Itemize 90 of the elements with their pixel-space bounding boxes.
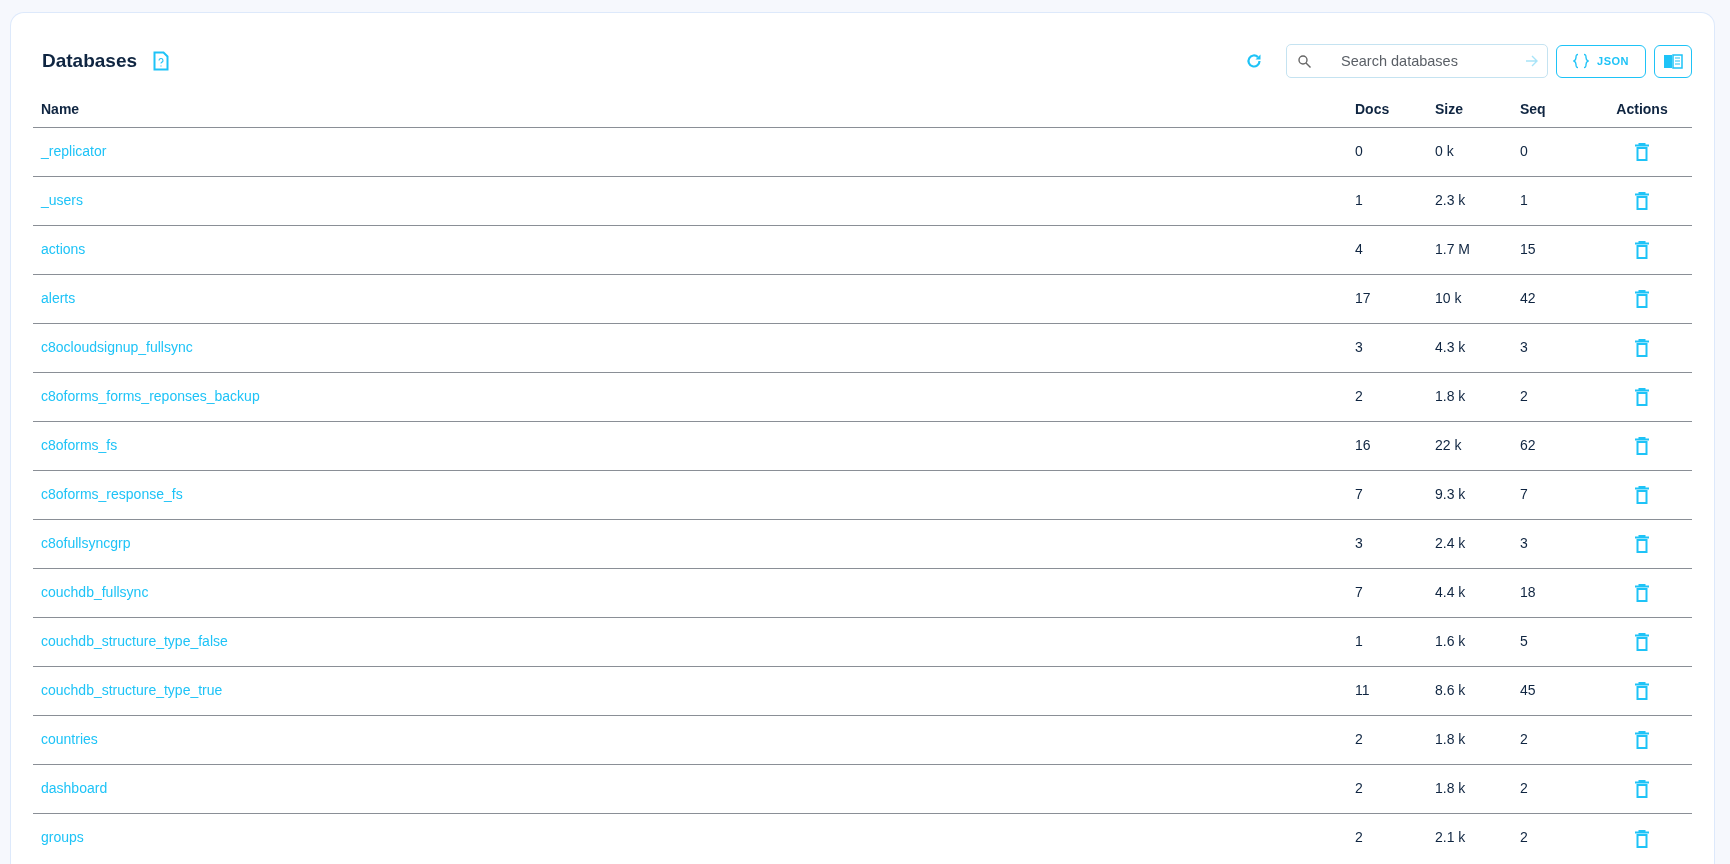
table-cell: 5	[1512, 617, 1592, 666]
database-link[interactable]: _users	[41, 192, 84, 208]
table-cell: 62	[1512, 421, 1592, 470]
table-cell: 11	[1347, 666, 1427, 715]
table-cell: 7	[1512, 470, 1592, 519]
book-icon	[1663, 53, 1683, 69]
table-cell: 1.8 k	[1427, 372, 1512, 421]
table-cell: 7	[1347, 470, 1427, 519]
table-cell: 42	[1512, 274, 1592, 323]
table-cell: 2.4 k	[1427, 519, 1512, 568]
table-cell: 4.3 k	[1427, 323, 1512, 372]
table-cell: 0 k	[1427, 127, 1512, 176]
delete-icon[interactable]	[1635, 143, 1649, 162]
delete-icon[interactable]	[1635, 290, 1649, 309]
table-cell: 7	[1347, 568, 1427, 617]
database-link[interactable]: c8oforms_fs	[41, 437, 118, 453]
column-header: Actions	[1592, 93, 1692, 127]
json-button[interactable]: JSON	[1556, 44, 1646, 78]
delete-icon[interactable]	[1635, 192, 1649, 211]
search-field[interactable]: Search databases	[1286, 44, 1549, 78]
refresh-icon[interactable]	[1246, 53, 1263, 69]
table-cell: 1.8 k	[1427, 715, 1512, 764]
arrow-right-icon[interactable]	[1525, 55, 1539, 67]
database-link[interactable]: groups	[41, 829, 84, 846]
delete-icon[interactable]	[1635, 584, 1649, 603]
page-title: Databases	[42, 48, 138, 73]
delete-icon[interactable]	[1635, 780, 1649, 799]
delete-icon[interactable]	[1635, 241, 1649, 260]
table-cell: 2.3 k	[1427, 176, 1512, 225]
column-header: Size	[1427, 93, 1512, 127]
delete-icon[interactable]	[1635, 535, 1649, 554]
database-link[interactable]: c8oforms_response_fs	[41, 486, 183, 502]
table-cell: 3	[1512, 519, 1592, 568]
database-link[interactable]: couchdb_fullsync	[41, 584, 149, 600]
database-link[interactable]: couchdb_structure_type_true	[41, 682, 223, 698]
table-cell: 1	[1347, 176, 1427, 225]
database-link[interactable]: c8oforms_forms_reponses_backup	[41, 388, 260, 404]
database-link[interactable]: actions	[41, 241, 86, 257]
table-cell: 8.6 k	[1427, 666, 1512, 715]
database-link[interactable]: dashboard	[41, 780, 108, 796]
table-cell: 3	[1512, 323, 1592, 372]
delete-icon[interactable]	[1635, 388, 1649, 407]
table-cell: 2	[1512, 372, 1592, 421]
table-cell: 45	[1512, 666, 1592, 715]
delete-icon[interactable]	[1635, 682, 1649, 701]
table-cell: 2	[1347, 372, 1427, 421]
database-link[interactable]: alerts	[41, 290, 76, 306]
table-cell: 2.1 k	[1427, 813, 1512, 862]
table-cell: 22 k	[1427, 421, 1512, 470]
delete-icon[interactable]	[1635, 633, 1649, 652]
database-link[interactable]: c8ocloudsignup_fullsync	[41, 339, 193, 355]
search-icon	[1298, 55, 1312, 68]
delete-icon[interactable]	[1635, 829, 1649, 848]
table-cell: 3	[1347, 323, 1427, 372]
table-cell: 2	[1347, 764, 1427, 813]
delete-icon[interactable]	[1635, 731, 1649, 750]
braces-icon	[1573, 53, 1590, 69]
column-header: Docs	[1347, 93, 1427, 127]
table-cell: 0	[1512, 127, 1592, 176]
delete-icon[interactable]	[1635, 437, 1649, 456]
table-cell: 2	[1512, 813, 1592, 862]
delete-icon[interactable]	[1635, 486, 1649, 505]
table-cell: 1	[1347, 617, 1427, 666]
database-link[interactable]: c8ofullsyncgrp	[41, 535, 131, 551]
database-link[interactable]: _replicator	[41, 143, 107, 159]
column-header: Seq	[1512, 93, 1592, 127]
table-cell: 18	[1512, 568, 1592, 617]
table-cell: 4.4 k	[1427, 568, 1512, 617]
table-cell: 10 k	[1427, 274, 1512, 323]
table-cell: 1.7 M	[1427, 225, 1512, 274]
help-document-icon[interactable]	[153, 51, 170, 71]
table-cell: 9.3 k	[1427, 470, 1512, 519]
database-link[interactable]: countries	[41, 731, 98, 747]
database-link[interactable]: couchdb_structure_type_false	[41, 633, 228, 649]
table-cell: 2	[1347, 813, 1427, 862]
table-cell: 2	[1512, 715, 1592, 764]
table-cell: 1.6 k	[1427, 617, 1512, 666]
table-cell: 0	[1347, 127, 1427, 176]
column-header: Name	[33, 93, 1347, 127]
table-cell: 3	[1347, 519, 1427, 568]
table-cell: 1.8 k	[1427, 764, 1512, 813]
table-cell: 2	[1512, 764, 1592, 813]
table-cell: 1	[1512, 176, 1592, 225]
table-cell: 16	[1347, 421, 1427, 470]
table-cell: 4	[1347, 225, 1427, 274]
table-cell: 17	[1347, 274, 1427, 323]
table-cell: 15	[1512, 225, 1592, 274]
documentation-button[interactable]	[1654, 44, 1692, 78]
delete-icon[interactable]	[1635, 339, 1649, 358]
table-cell: 2	[1347, 715, 1427, 764]
